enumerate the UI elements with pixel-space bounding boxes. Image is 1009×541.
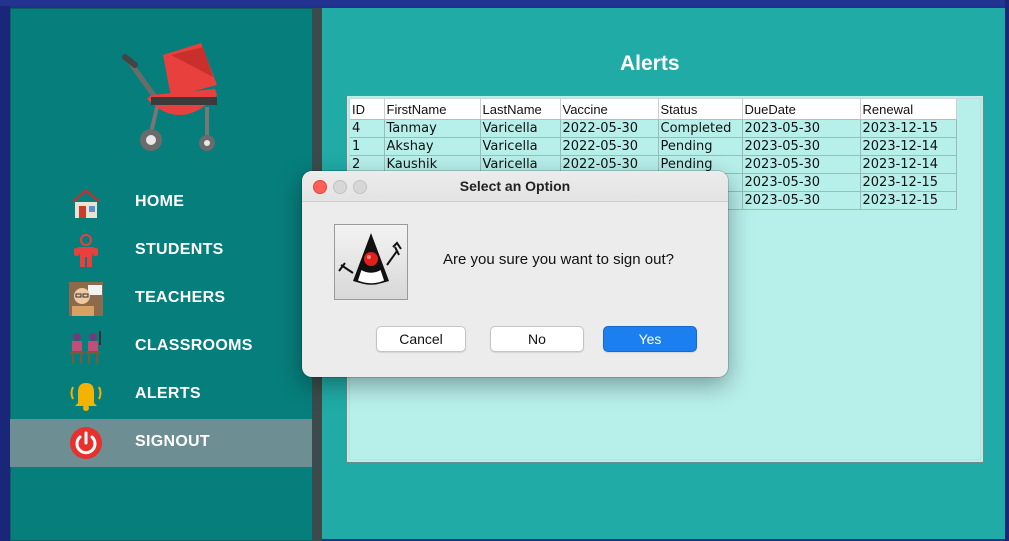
table-cell: 1 xyxy=(350,137,385,156)
table-cell: 2023-05-30 xyxy=(742,173,861,192)
cancel-button[interactable]: Cancel xyxy=(376,326,466,352)
sidebar-item-label: STUDENTS xyxy=(135,241,224,258)
table-header-row: ID FirstName LastName Vaccine Status Due… xyxy=(350,99,957,120)
table-row[interactable]: 1 Akshay Varicella 2022-05-30 Pending 20… xyxy=(350,137,957,156)
student-icon xyxy=(74,234,98,267)
table-cell: 2023-05-30 xyxy=(742,119,861,138)
table-row[interactable]: 4 Tanmay Varicella 2022-05-30 Completed … xyxy=(350,119,957,138)
signout-confirm-dialog: Select an Option Are you sure you want t… xyxy=(302,171,728,377)
sidebar-item-label: TEACHERS xyxy=(135,289,226,306)
sidebar-item-label: CLASSROOMS xyxy=(135,337,253,354)
table-cell: 2023-05-30 xyxy=(742,155,861,174)
table-cell: Pending xyxy=(658,137,743,156)
table-cell: 2023-05-30 xyxy=(742,137,861,156)
table-cell: Tanmay xyxy=(384,119,481,138)
java-duke-icon xyxy=(334,224,408,300)
bell-icon xyxy=(70,383,102,411)
table-cell: 2023-12-14 xyxy=(860,155,957,174)
sidebar-item-label: HOME xyxy=(135,193,185,210)
column-header-lastname[interactable]: LastName xyxy=(480,99,561,120)
column-header-duedate[interactable]: DueDate xyxy=(742,99,861,120)
table-cell: 2023-12-15 xyxy=(860,191,957,210)
house-icon xyxy=(71,189,101,218)
sidebar-item-label: ALERTS xyxy=(135,385,201,402)
sidebar-item-students[interactable]: STUDENTS xyxy=(10,227,312,275)
table-cell: 2022-05-30 xyxy=(560,119,659,138)
sidebar-item-home[interactable]: HOME xyxy=(10,179,312,227)
column-header-renewal[interactable]: Renewal xyxy=(860,99,957,120)
sidebar-item-label: SIGNOUT xyxy=(135,433,210,450)
no-button[interactable]: No xyxy=(490,326,584,352)
teacher-icon xyxy=(69,282,103,316)
dialog-title: Select an Option xyxy=(459,178,571,194)
table-cell: 2023-12-15 xyxy=(860,119,957,138)
window-right-edge xyxy=(1005,0,1009,541)
table-cell: 4 xyxy=(350,119,385,138)
dialog-message: Are you sure you want to sign out? xyxy=(443,251,674,268)
table-cell: Akshay xyxy=(384,137,481,156)
table-cell: Completed xyxy=(658,119,743,138)
window-top-strip xyxy=(0,0,1009,6)
dialog-titlebar[interactable]: Select an Option xyxy=(302,171,728,202)
column-header-vaccine[interactable]: Vaccine xyxy=(560,99,659,120)
window-left-edge xyxy=(0,6,10,541)
table-cell: 2023-12-15 xyxy=(860,173,957,192)
table-cell: 2022-05-30 xyxy=(560,137,659,156)
sidebar-item-signout[interactable]: SIGNOUT xyxy=(10,419,312,467)
column-header-status[interactable]: Status xyxy=(658,99,743,120)
table-cell: Varicella xyxy=(480,119,561,138)
column-header-id[interactable]: ID xyxy=(350,99,385,120)
classroom-icon xyxy=(70,331,101,364)
table-cell: 2023-12-14 xyxy=(860,137,957,156)
table-cell: 2023-05-30 xyxy=(742,191,861,210)
power-icon xyxy=(70,427,102,459)
column-header-firstname[interactable]: FirstName xyxy=(384,99,481,120)
table-cell: Varicella xyxy=(480,137,561,156)
yes-button[interactable]: Yes xyxy=(603,326,697,352)
sidebar-item-teachers[interactable]: TEACHERS xyxy=(10,275,312,323)
sidebar-item-classrooms[interactable]: CLASSROOMS xyxy=(10,323,312,371)
stroller-icon xyxy=(122,43,217,151)
page-title: Alerts xyxy=(620,52,680,75)
sidebar-item-alerts[interactable]: ALERTS xyxy=(10,371,312,419)
